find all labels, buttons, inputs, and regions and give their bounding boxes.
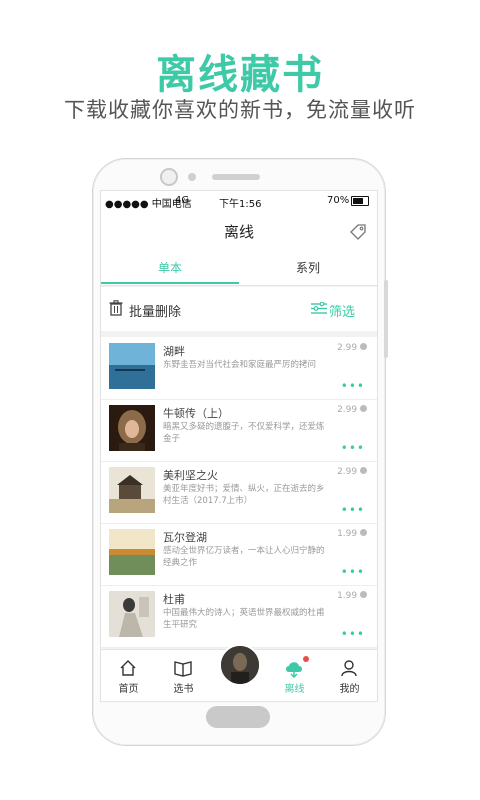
list-item[interactable]: 牛顿传（上） 暗黑又多疑的遗腹子，不仅爱科学，还爱炼金子 2.99 ••• <box>101 399 377 462</box>
batch-delete-button[interactable]: 批量删除 <box>129 301 181 320</box>
book-description: 暗黑又多疑的遗腹子，不仅爱科学，还爱炼金子 <box>163 422 325 444</box>
nav-books[interactable]: 选书 <box>156 650 211 701</box>
more-options-icon[interactable]: ••• <box>341 441 365 455</box>
filter-icon[interactable] <box>311 302 327 315</box>
tab-series[interactable]: 系列 <box>239 259 377 276</box>
book-title: 瓦尔登湖 <box>163 531 207 544</box>
book-description: 中国最伟大的诗人；英语世界最权威的杜甫生平研究 <box>163 608 325 630</box>
tab-bar: 单本 系列 <box>101 251 377 286</box>
list-item[interactable]: 瓦尔登湖 感动全世界亿万读者，一本让人心归宁静的经典之作 1.99 ••• <box>101 523 377 586</box>
camera-icon <box>160 168 178 186</box>
trash-icon[interactable] <box>109 300 123 316</box>
sensor-dot <box>188 173 196 181</box>
status-bar: ●●●●● 中国电信 4G 下午1:56 70% <box>101 191 377 211</box>
notification-badge <box>303 656 309 662</box>
more-options-icon[interactable]: ••• <box>341 627 365 641</box>
more-options-icon[interactable]: ••• <box>341 379 365 393</box>
book-icon <box>174 661 192 677</box>
album-art <box>221 646 259 684</box>
book-price: 2.99 <box>337 405 367 415</box>
nav-label: 我的 <box>339 684 360 695</box>
speaker-grille <box>212 174 260 180</box>
nav-label: 离线 <box>284 684 305 695</box>
home-icon <box>120 660 136 676</box>
home-button[interactable] <box>206 706 270 728</box>
book-description: 东野圭吾对当代社会和家庭最严厉的拷问 <box>163 360 317 370</box>
list-item[interactable]: 美利坚之火 美亚年度好书；爱情、纵火，正在逝去的乡村生活（2017.7上市） 2… <box>101 461 377 524</box>
nav-home[interactable]: 首页 <box>101 650 156 701</box>
nav-label: 选书 <box>173 684 194 695</box>
list-item[interactable]: 湖畔 东野圭吾对当代社会和家庭最严厉的拷问 2.99 ••• <box>101 337 377 400</box>
clock-label: 下午1:56 <box>219 199 262 210</box>
list-toolbar: 批量删除 筛选 <box>101 287 377 331</box>
book-list: 湖畔 东野圭吾对当代社会和家庭最严厉的拷问 2.99 ••• 牛顿传（上） 暗黑… <box>101 337 377 648</box>
filter-button[interactable]: 筛选 <box>329 301 355 320</box>
book-title: 湖畔 <box>163 345 185 358</box>
cloud-download-icon <box>286 662 302 678</box>
tag-icon[interactable] <box>349 223 367 241</box>
book-price: 2.99 <box>337 467 367 477</box>
book-cover <box>109 405 155 451</box>
nav-offline[interactable]: 离线 <box>267 650 322 701</box>
battery-icon <box>351 196 369 206</box>
book-price: 1.99 <box>337 529 367 539</box>
bottom-nav: 首页 选书 离线 我的 <box>101 644 377 701</box>
nav-mine[interactable]: 我的 <box>322 650 377 701</box>
book-cover <box>109 343 155 389</box>
promo-title: 离线藏书 <box>156 52 324 98</box>
book-cover <box>109 529 155 575</box>
tab-indicator <box>101 282 239 284</box>
book-cover <box>109 467 155 513</box>
book-title: 杜甫 <box>163 593 185 606</box>
book-price: 2.99 <box>337 343 367 353</box>
phone-screen: ●●●●● 中国电信 4G 下午1:56 70% 离线 单本 系列 批量删除 筛… <box>100 190 378 702</box>
book-title: 牛顿传（上） <box>163 407 229 420</box>
more-options-icon[interactable]: ••• <box>341 565 365 579</box>
app-bar: 离线 <box>101 211 377 251</box>
book-price: 1.99 <box>337 591 367 601</box>
tab-single[interactable]: 单本 <box>101 259 239 276</box>
nav-label: 首页 <box>118 684 139 695</box>
book-title: 美利坚之火 <box>163 469 218 482</box>
user-icon <box>341 660 357 677</box>
page-title: 离线 <box>223 223 254 241</box>
network-label: 4G <box>175 195 190 206</box>
side-button <box>384 280 388 358</box>
list-item[interactable]: 杜甫 中国最伟大的诗人；英语世界最权威的杜甫生平研究 1.99 ••• <box>101 585 377 648</box>
more-options-icon[interactable]: ••• <box>341 503 365 517</box>
promo-subtitle: 下载收藏你喜欢的新书，免流量收听 <box>64 98 416 122</box>
book-cover <box>109 591 155 637</box>
book-description: 感动全世界亿万读者，一本让人心归宁静的经典之作 <box>163 546 325 568</box>
battery-label: 70% <box>327 195 350 206</box>
book-description: 美亚年度好书；爱情、纵火，正在逝去的乡村生活（2017.7上市） <box>163 484 325 506</box>
now-playing-button[interactable] <box>219 644 261 686</box>
